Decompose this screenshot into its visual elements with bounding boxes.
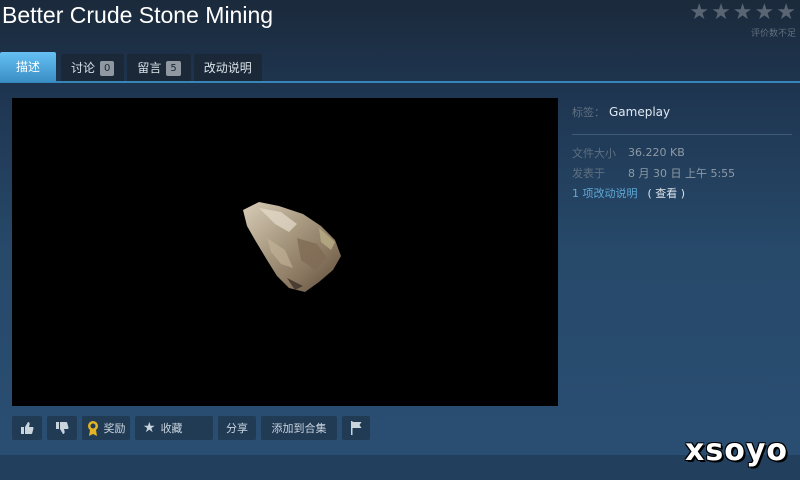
change-notes-link[interactable]: 1 项改动说明 [572, 185, 638, 201]
tags-label: 标签： [572, 105, 605, 119]
tab-bar: 描述 讨论 0 留言 5 改动说明 [0, 52, 265, 82]
thumbs-down-icon [56, 422, 69, 434]
action-bar: 奖励 ★ 收藏 分享 添加到合集 [12, 416, 370, 440]
thumbs-up-button[interactable] [12, 416, 42, 440]
tab-label: 描述 [15, 60, 40, 74]
award-label: 奖励 [103, 422, 126, 435]
tab-label: 留言 [137, 61, 162, 75]
file-size-value: 36.220 KB [628, 146, 685, 159]
watermark: xsoyo [685, 433, 788, 468]
star-icon: ★ [143, 420, 156, 436]
thumbs-up-icon [21, 422, 34, 434]
award-button[interactable]: 奖励 [82, 416, 130, 440]
award-icon [87, 421, 98, 436]
footer-band [0, 455, 800, 480]
page-title: Better Crude Stone Mining [2, 2, 274, 28]
add-collection-label: 添加到合集 [271, 422, 327, 435]
tag-link[interactable]: Gameplay [609, 105, 670, 119]
thumbs-down-button[interactable] [47, 416, 77, 440]
share-button[interactable]: 分享 [218, 416, 256, 440]
star-icon: ★ [754, 0, 775, 25]
preview-image[interactable] [12, 98, 558, 406]
add-to-collection-button[interactable]: 添加到合集 [261, 416, 337, 440]
tab-change-notes[interactable]: 改动说明 [193, 54, 262, 82]
share-label: 分享 [226, 422, 248, 435]
rock-image [243, 202, 341, 292]
rating-stars: ★ ★ ★ ★ ★ [689, 2, 796, 24]
tab-underline [0, 81, 800, 83]
report-button[interactable] [342, 416, 370, 440]
star-icon: ★ [776, 0, 796, 25]
favorite-label: 收藏 [160, 422, 183, 435]
count-badge: 5 [166, 60, 181, 76]
divider [572, 134, 792, 135]
rating: ★ ★ ★ ★ ★ 评价数不足 [689, 2, 796, 40]
favorite-button[interactable]: ★ 收藏 [135, 416, 213, 440]
tab-label: 改动说明 [203, 61, 252, 75]
posted-label: 发表于 [572, 166, 605, 180]
file-size-label: 文件大小 [572, 146, 616, 160]
tab-comments[interactable]: 留言 5 [127, 54, 191, 82]
posted-value: 8 月 30 日 上午 5:55 [628, 166, 736, 180]
tab-label: 讨论 [71, 61, 96, 75]
star-icon: ★ [689, 0, 710, 25]
details-panel: 标签： Gameplay 文件大小 36.220 KB 发表于 8 月 30 日… [572, 103, 792, 201]
flag-icon [351, 421, 362, 435]
count-badge: 0 [100, 60, 115, 76]
rating-text: 评价数不足 [750, 29, 796, 39]
tab-discussions[interactable]: 讨论 0 [61, 54, 125, 82]
star-icon: ★ [711, 0, 731, 25]
view-link[interactable]: ( 查看 ) [648, 185, 686, 201]
star-icon: ★ [732, 0, 753, 25]
tab-description[interactable]: 描述 [0, 52, 56, 82]
